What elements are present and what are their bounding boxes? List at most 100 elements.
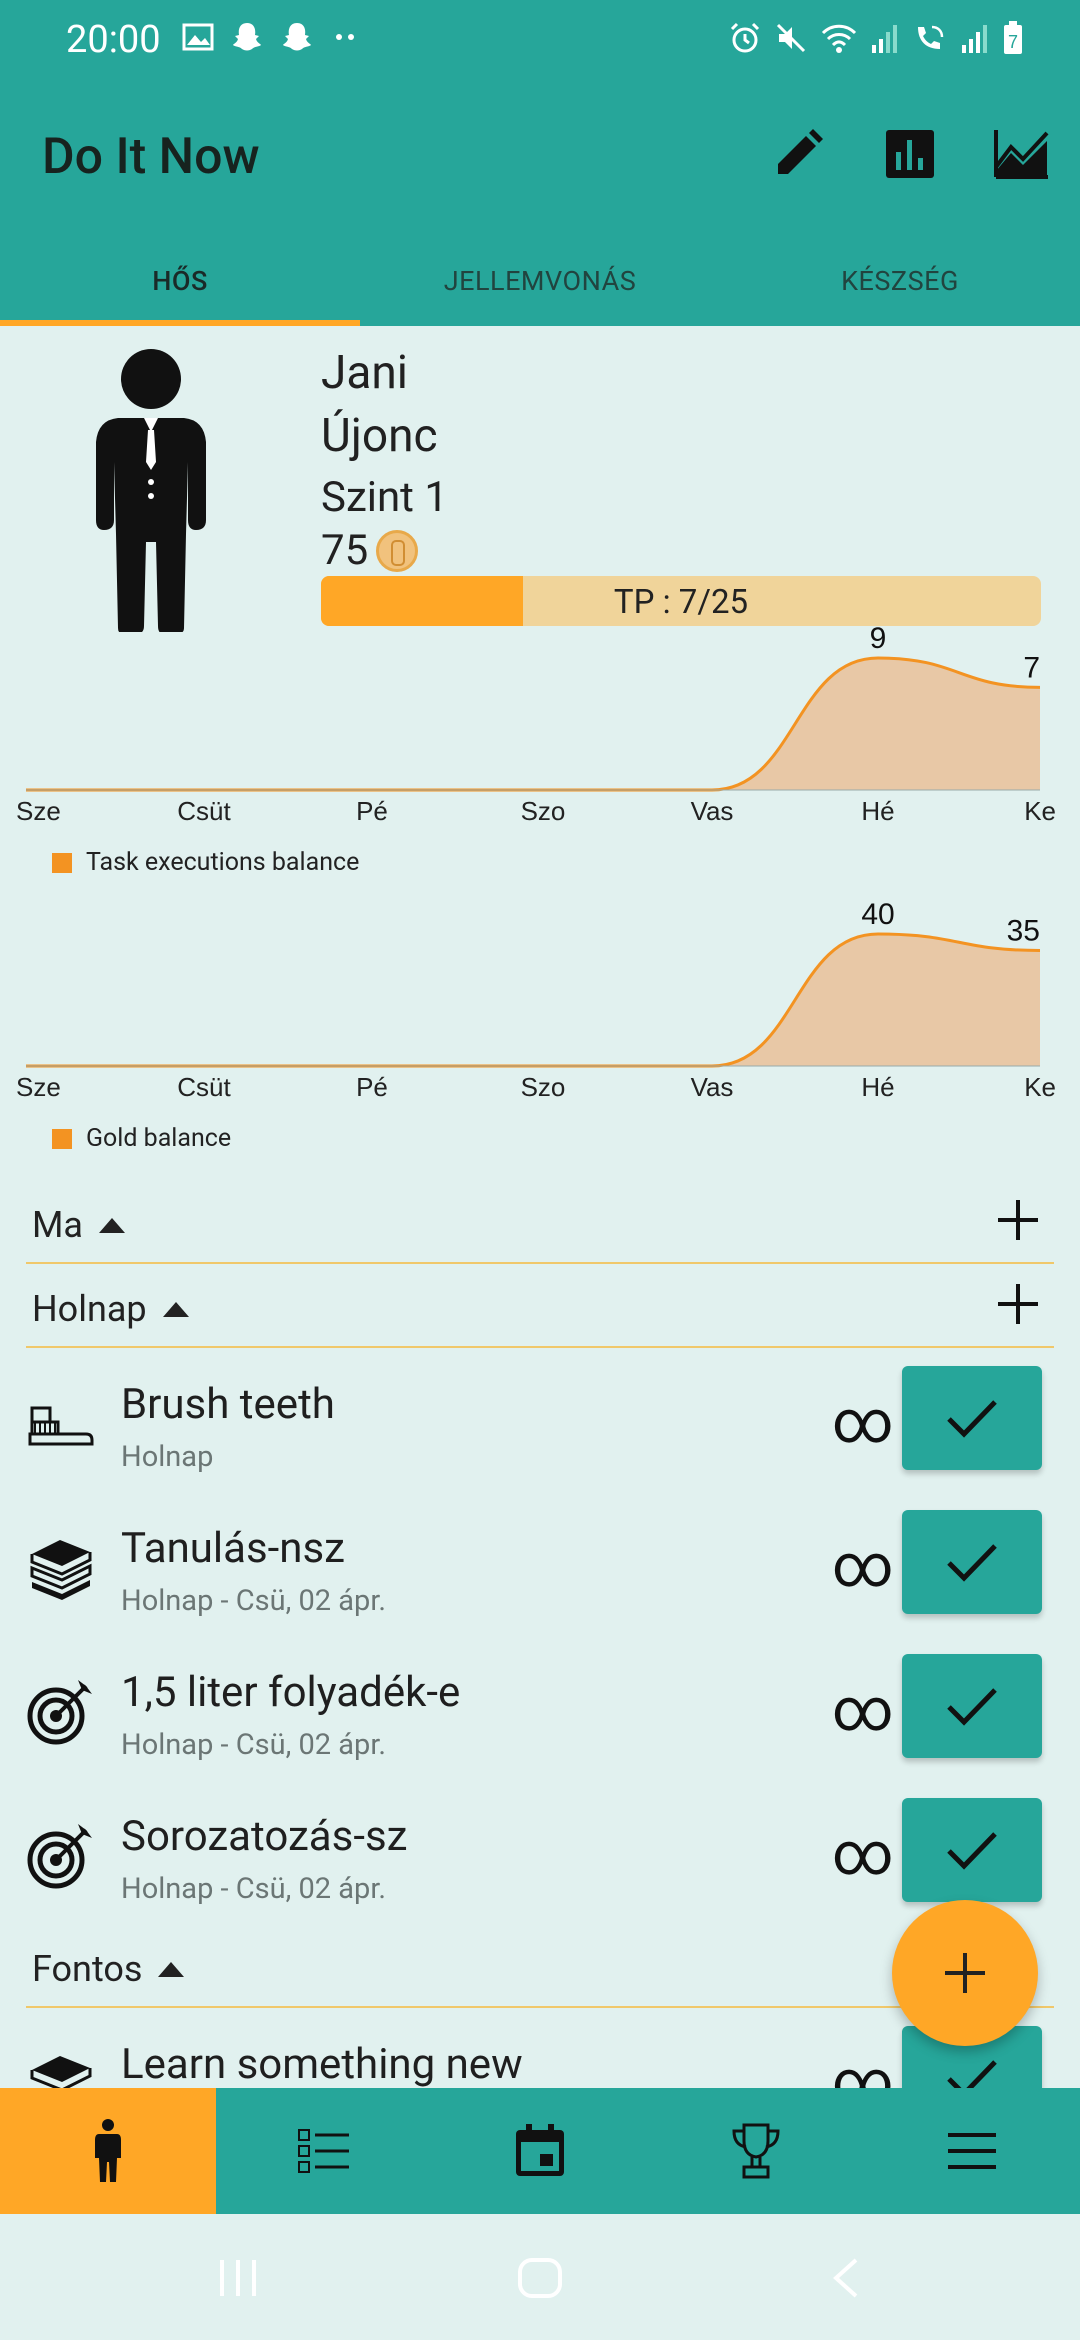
task-item[interactable]: 1,5 liter folyadék-e Holnap - Csü, 02 áp… xyxy=(0,1646,1080,1790)
checkmark-icon xyxy=(947,1832,997,1870)
task-name: Brush teeth xyxy=(121,1380,335,1429)
wifi-icon xyxy=(821,24,857,53)
add-task-button[interactable] xyxy=(996,1198,1040,1242)
hero-rank: Újonc xyxy=(321,409,438,463)
status-time: 20:00 xyxy=(66,18,161,62)
status-right-icons: 7 xyxy=(728,20,1024,56)
complete-task-button[interactable] xyxy=(902,1366,1042,1470)
data-label: 40 xyxy=(861,902,894,931)
snapchat-icon xyxy=(283,23,311,51)
gold-display: 75 xyxy=(321,526,419,575)
status-left-icons xyxy=(182,20,360,54)
add-task-fab[interactable] xyxy=(892,1900,1038,2046)
snapchat-icon xyxy=(233,23,261,51)
section-today[interactable]: Ma xyxy=(26,1180,1054,1264)
data-label: 9 xyxy=(870,626,887,655)
stats-button[interactable] xyxy=(880,124,940,184)
task-item[interactable]: Brush teeth Holnap ∞ xyxy=(0,1358,1080,1502)
coin-icon xyxy=(376,529,419,572)
target-icon xyxy=(27,1680,92,1745)
data-label: 7 xyxy=(1023,651,1040,684)
tab-skills[interactable]: KÉSZSÉG xyxy=(720,240,1080,326)
collapse-arrow-icon[interactable] xyxy=(99,1217,126,1233)
tab-traits[interactable]: JELLEMVONÁS xyxy=(360,240,720,326)
section-label: Ma xyxy=(32,1204,126,1246)
infinity-icon: ∞ xyxy=(832,1386,894,1457)
task-balance-chart: 9 7 Sze Csüt Pé Szo Vas Hé Ke xyxy=(0,626,1080,866)
bottom-navigation xyxy=(0,2088,1080,2214)
task-item[interactable]: Sorozatozás-sz Holnap - Csü, 02 ápr. ∞ xyxy=(0,1790,1080,1934)
nav-menu[interactable] xyxy=(864,2088,1080,2214)
infinity-icon: ∞ xyxy=(832,1818,894,1889)
gold-balance-chart-svg: 40 35 Sze Csüt Pé Szo Vas Hé Ke xyxy=(16,902,1056,1102)
calendar-icon xyxy=(516,2124,564,2176)
checkmark-icon xyxy=(947,1688,997,1726)
hero-level: Szint 1 xyxy=(321,473,448,522)
books-icon xyxy=(30,1540,92,1600)
infinity-icon: ∞ xyxy=(832,1674,894,1745)
pencil-icon xyxy=(778,129,823,174)
complete-task-button[interactable] xyxy=(902,1654,1042,1758)
x-tick-label: Sze xyxy=(16,796,61,826)
hero-icon xyxy=(95,2119,121,2182)
battery-icon: 7 xyxy=(1004,21,1022,54)
x-tick-label: Csüt xyxy=(177,1072,231,1102)
bar-chart-icon xyxy=(886,130,934,178)
toothbrush-icon xyxy=(28,1406,94,1446)
x-tick-label: Hé xyxy=(861,1072,894,1102)
collapse-arrow-icon[interactable] xyxy=(158,1961,185,1977)
task-item[interactable]: Tanulás-nsz Holnap - Csü, 02 ápr. ∞ xyxy=(0,1502,1080,1646)
hero-panel: Jani Újonc Szint 1 75 TP : 7/25 xyxy=(0,326,1080,632)
tab-bar: HŐS JELLEMVONÁS KÉSZSÉG xyxy=(0,240,1080,326)
nav-calendar[interactable] xyxy=(432,2088,648,2214)
legend-swatch xyxy=(52,1128,72,1149)
task-date: Holnap - Csü, 02 ápr. xyxy=(121,1584,387,1618)
trend-button[interactable] xyxy=(992,124,1052,184)
checklist-icon xyxy=(298,2129,349,2173)
x-tick-label: Vas xyxy=(691,796,734,826)
edit-button[interactable] xyxy=(768,124,828,184)
x-tick-label: Pé xyxy=(356,1072,388,1102)
task-name: Tanulás-nsz xyxy=(121,1524,345,1573)
section-tomorrow[interactable]: Holnap xyxy=(26,1264,1054,1348)
data-label: 35 xyxy=(1007,915,1040,948)
legend-swatch xyxy=(52,852,72,873)
complete-task-button[interactable] xyxy=(902,1798,1042,1902)
section-label: Holnap xyxy=(32,1288,189,1330)
checkmark-icon xyxy=(947,1400,997,1438)
x-tick-label: Csüt xyxy=(177,796,231,826)
tab-hero[interactable]: HŐS xyxy=(0,240,360,326)
task-date: Holnap xyxy=(121,1440,214,1474)
add-task-button[interactable] xyxy=(996,1282,1040,1326)
status-bar: 20:00 7 xyxy=(0,0,1080,80)
wifi-calling-icon xyxy=(918,25,944,49)
task-date: Holnap - Csü, 02 ápr. xyxy=(121,1872,387,1906)
target-icon xyxy=(27,1824,92,1889)
nav-hero[interactable] xyxy=(0,2088,216,2214)
app-bar: Do It Now xyxy=(0,80,1080,240)
complete-task-button[interactable] xyxy=(902,1510,1042,1614)
hero-avatar-icon xyxy=(96,349,206,632)
task-balance-legend: Task executions balance xyxy=(52,848,359,877)
signal-icon xyxy=(962,25,987,53)
gallery-icon xyxy=(182,23,214,51)
trophy-icon xyxy=(732,2123,780,2179)
nav-achievements[interactable] xyxy=(648,2088,864,2214)
x-tick-label: Ke xyxy=(1024,796,1056,826)
x-tick-label: Szo xyxy=(521,1072,566,1102)
alarm-icon xyxy=(730,22,760,53)
nav-tasks[interactable] xyxy=(216,2088,432,2214)
infinity-icon: ∞ xyxy=(832,1530,894,1601)
home-icon[interactable] xyxy=(516,2256,564,2300)
system-navigation-bar xyxy=(0,2214,1080,2340)
legend-label: Task executions balance xyxy=(86,848,360,877)
chart-area xyxy=(26,658,1040,790)
appbar-actions xyxy=(768,124,1052,184)
back-icon[interactable] xyxy=(828,2256,864,2300)
collapse-arrow-icon[interactable] xyxy=(162,1301,189,1317)
section-label: Fontos xyxy=(32,1948,185,1990)
menu-icon xyxy=(948,2133,996,2169)
x-tick-label: Pé xyxy=(356,796,388,826)
task-balance-chart-svg: 9 7 Sze Csüt Pé Szo Vas Hé Ke xyxy=(16,626,1056,826)
recent-apps-icon[interactable] xyxy=(214,2256,264,2300)
